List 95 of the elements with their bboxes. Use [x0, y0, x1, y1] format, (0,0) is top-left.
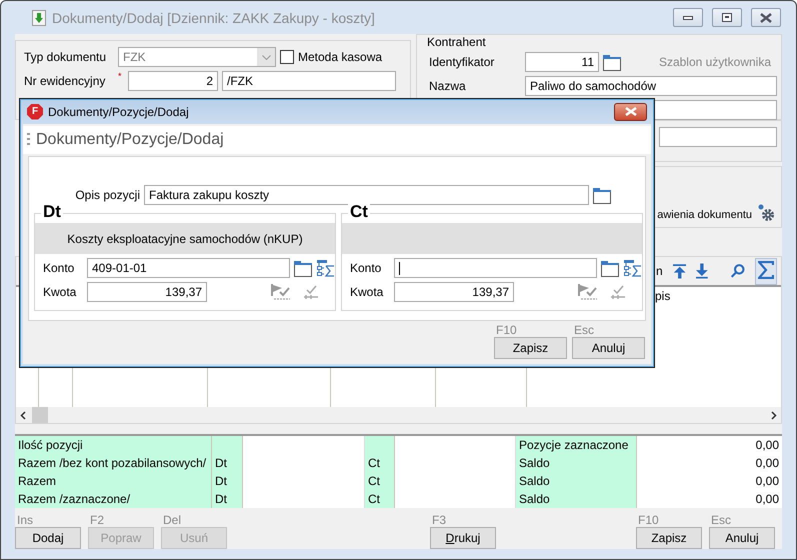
text-field[interactable] — [659, 127, 777, 147]
summary-label: Razem /zaznaczone/ — [15, 490, 212, 508]
action-button[interactable]: Dodaj — [15, 527, 81, 549]
field-label: Typ dokumentu — [24, 50, 108, 64]
debit-label: Dt — [212, 472, 243, 490]
amount-field[interactable]: 139,37 — [87, 282, 207, 302]
account-tree-icon[interactable] — [316, 260, 335, 276]
toolbar-label: n — [656, 264, 663, 278]
move-top-icon[interactable] — [672, 262, 686, 280]
sum-toggle[interactable] — [755, 258, 777, 284]
flag-check-icon[interactable] — [271, 284, 293, 300]
action-button[interactable]: Anuluj — [709, 527, 775, 549]
close-icon — [760, 12, 772, 22]
debit-label: Dt — [212, 454, 243, 472]
minimize-button[interactable] — [673, 8, 703, 27]
hotkey-label: Esc — [710, 514, 732, 527]
checkbox-label: Metoda kasowa — [298, 50, 382, 64]
summary-label: Saldo — [516, 490, 637, 508]
account-field[interactable]: 409-01-01 — [87, 258, 290, 278]
summary-label: Razem — [15, 472, 212, 490]
field-label: Nazwa — [429, 79, 467, 93]
required-icon: * — [118, 71, 124, 81]
arrow-down-icon[interactable] — [696, 262, 708, 280]
field-label: Kwota — [43, 285, 78, 299]
field-label: Identyfikator — [429, 55, 496, 69]
account-field[interactable] — [394, 258, 597, 278]
checkbox[interactable] — [280, 50, 294, 64]
group-title: Kontrahent — [425, 36, 488, 48]
folder-icon[interactable] — [593, 186, 611, 204]
credit-label: Ct — [365, 490, 395, 508]
account-tree-icon[interactable] — [623, 260, 642, 276]
dialog-title: Dokumenty/Pozycje/Dodaj — [48, 104, 190, 118]
description-field[interactable]: Faktura zakupu koszty — [144, 185, 589, 205]
summary-label: Saldo — [516, 454, 637, 472]
field-label: Konto — [350, 261, 382, 275]
name-field[interactable]: Paliwo do samochodów — [525, 76, 777, 96]
column-header: pis — [654, 288, 672, 305]
id-field[interactable]: 11 — [525, 52, 599, 72]
settings-link[interactable]: awienia dokumentu — [657, 209, 752, 221]
type-dropdown[interactable]: FZK — [118, 47, 276, 67]
suffix-field[interactable]: /FZK — [222, 71, 396, 91]
close-button[interactable] — [614, 102, 647, 120]
amount-field[interactable]: 139,37 — [394, 282, 514, 302]
minimize-icon — [683, 14, 693, 20]
action-button[interactable]: Zapisz — [636, 527, 702, 549]
scroll-left-icon[interactable] — [20, 410, 26, 420]
credit-label: Ct — [365, 454, 395, 472]
maximize-button[interactable] — [712, 8, 742, 27]
hotkey-label: Del — [162, 514, 182, 527]
summary-label: Razem /bez kont pozabilansowych/ — [15, 454, 212, 472]
debit-label: Dt — [212, 490, 243, 508]
summary-value: 0,00 — [754, 437, 780, 454]
flag-check-icon[interactable] — [578, 284, 600, 300]
scroll-right-icon[interactable] — [771, 410, 777, 420]
hotkey-label: F3 — [431, 514, 448, 527]
field-label: Konto — [43, 261, 76, 275]
credit-label: Ct — [365, 472, 395, 490]
action-button[interactable]: Anuluj — [572, 337, 645, 359]
summary-value: 0,00 — [754, 491, 780, 508]
folder-icon[interactable] — [601, 260, 619, 276]
dialog-header: Dokumenty/Pozycje/Dodaj — [36, 131, 224, 149]
summary-label: Ilość pozycji — [15, 436, 212, 454]
action-button[interactable]: Drukuj — [430, 527, 496, 549]
folder-icon[interactable] — [603, 54, 621, 70]
grip-icon — [27, 133, 30, 147]
summary-value: 0,00 — [754, 473, 780, 490]
hotkey-label: F10 — [637, 514, 660, 527]
hotkey-label: Ins — [16, 514, 34, 527]
hotkey-label: F10 — [495, 324, 518, 337]
sigma-icon — [758, 260, 774, 278]
maximize-icon — [722, 13, 732, 22]
search-icon[interactable] — [730, 262, 745, 280]
gear-icon[interactable] — [758, 204, 775, 221]
number-field[interactable]: 2 — [128, 71, 218, 91]
field-label: Opis pozycji — [74, 188, 140, 202]
check-icon[interactable] — [610, 285, 626, 299]
app-icon — [32, 10, 46, 26]
close-button[interactable] — [751, 8, 781, 27]
hotkey-label: F2 — [89, 514, 106, 527]
template-label: Szablon użytkownika — [658, 55, 772, 69]
summary-label: Pozycje zaznaczone — [516, 436, 637, 454]
app-logo: F — [27, 104, 43, 120]
check-icon[interactable] — [303, 285, 319, 299]
scroll-thumb[interactable] — [32, 407, 48, 423]
chevron-icon — [262, 54, 270, 60]
field-label: Nr ewidencyjny — [24, 74, 106, 88]
folder-icon[interactable] — [294, 260, 312, 276]
summary-value: 0,00 — [754, 455, 780, 472]
hotkey-label: Esc — [573, 324, 596, 337]
summary-label: Saldo — [516, 472, 637, 490]
account-name: Koszty eksploatacyjne samochodów (nKUP) — [67, 232, 303, 246]
close-icon — [624, 107, 636, 116]
window-title: Dokumenty/Dodaj [Dziennik: ZAKK Zakupy - koszty] — [52, 10, 376, 26]
action-button[interactable]: Zapisz — [494, 337, 567, 359]
field-label: Kwota — [350, 285, 384, 299]
